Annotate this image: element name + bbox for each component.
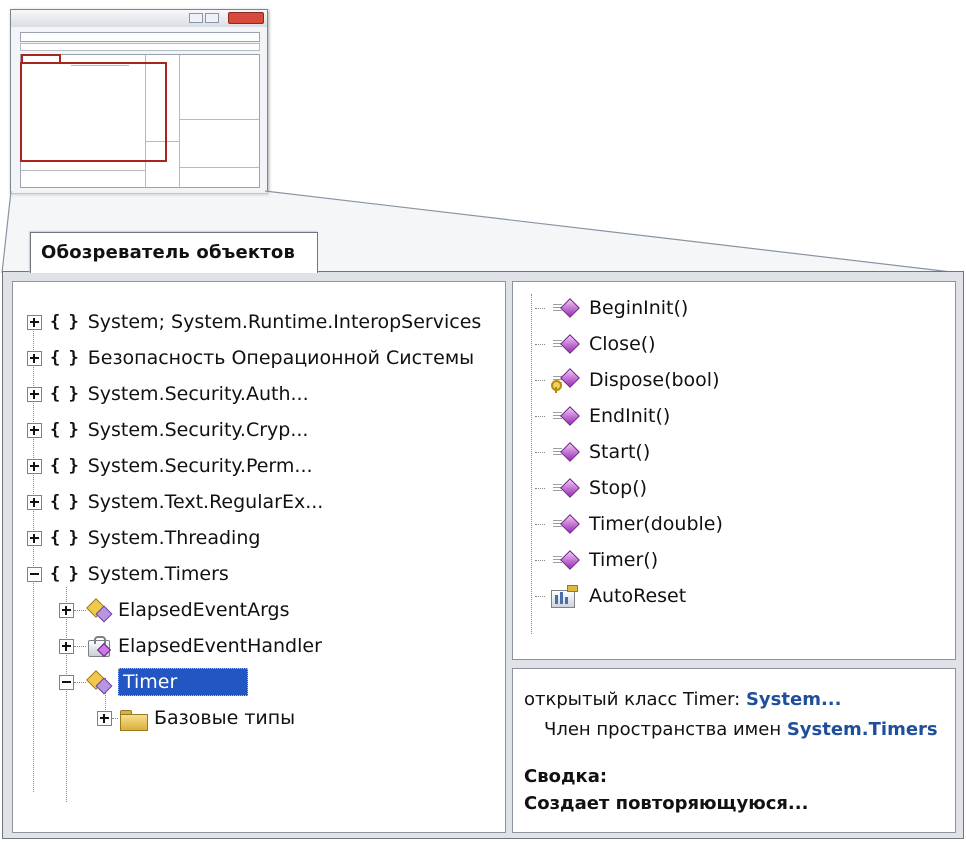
node-label: System.Timers [87,563,229,585]
tree-node-namespace[interactable]: { } System.Security.Perm... [27,451,313,481]
tree-node-delegate[interactable]: ElapsedEventHandler [59,631,322,661]
expand-icon[interactable] [27,494,42,510]
folder-icon [118,707,148,731]
namespace-icon: { } [50,528,79,548]
method-icon [549,404,580,428]
method-icon [549,332,580,356]
expand-icon[interactable] [97,710,112,726]
tree-node-namespace[interactable]: { } System.Security.Auth... [27,379,309,409]
member-item[interactable]: Start() [535,437,650,467]
member-label: BeginInit() [589,297,689,319]
node-label: ElapsedEventArgs [118,599,290,621]
member-label: Timer(double) [589,513,723,535]
object-browser-panel: { } System; System.Runtime.InteropServic… [2,271,964,839]
member-item[interactable]: Timer(double) [535,509,723,539]
expand-icon[interactable] [27,314,42,330]
namespace-icon: { } [50,348,79,368]
expand-icon[interactable] [27,530,42,546]
tree-node-base-types[interactable]: Базовые типы [97,703,295,733]
namespace-text: Член пространства имен [544,719,787,740]
namespace-icon: { } [50,456,79,476]
member-label: Dispose(bool) [589,369,720,391]
node-label: System; System.Runtime.InteropServices [87,311,482,333]
namespace-icon: { } [50,312,79,332]
tree-node-class-selected[interactable]: Timer [59,667,249,697]
protected-method-icon [549,368,580,393]
tree-node-namespace-expanded[interactable]: { } System.Timers [27,559,229,589]
node-label: Базовые типы [154,707,296,729]
objects-tree-pane[interactable]: { } System; System.Runtime.InteropServic… [12,281,506,833]
tree-node-namespace[interactable]: { } System.Text.RegularEx... [27,487,323,517]
member-label: Timer() [589,549,659,571]
summary-text: Создает повторяющуюся... [524,793,809,814]
namespace-line: Член пространства имен System.Timers [544,719,938,740]
delegate-icon [86,635,112,658]
declaration-line: открытый класс Timer: System... [524,689,841,710]
collapse-icon[interactable] [27,566,42,582]
tree-node-namespace[interactable]: { } System; System.Runtime.InteropServic… [27,307,481,337]
node-label: ElapsedEventHandler [118,635,322,657]
class-icon [86,670,113,695]
tree-node-class[interactable]: ElapsedEventArgs [59,595,290,625]
node-label: System.Security.Perm... [87,455,313,477]
tree-node-namespace[interactable]: { } System.Threading [27,523,260,553]
member-label: AutoReset [589,585,687,607]
expand-icon[interactable] [59,638,74,654]
member-item[interactable]: AutoReset [535,581,686,611]
node-label: Безопасность Операционной Системы [87,347,475,369]
node-label: System.Security.Auth... [87,383,309,405]
summary-heading: Сводка: [524,766,608,787]
base-type-link[interactable]: System... [746,689,842,710]
expand-icon[interactable] [27,350,42,366]
method-icon [549,440,580,464]
namespace-icon: { } [50,420,79,440]
tab-object-browser[interactable]: Обозреватель объектов [30,232,318,273]
expand-icon[interactable] [27,386,42,402]
class-icon [86,598,113,623]
description-pane: открытый класс Timer: System... Член про… [512,668,956,833]
tab-label: Обозреватель объектов [41,242,296,263]
node-label: Timer [118,668,249,696]
member-item[interactable]: Stop() [535,473,647,503]
namespace-icon: { } [50,384,79,404]
member-item[interactable]: Dispose(bool) [535,365,720,395]
node-label: System.Threading [87,527,261,549]
member-label: Start() [589,441,651,463]
tree-node-namespace[interactable]: { } System.Security.Cryp... [27,415,308,445]
collapse-icon[interactable] [59,674,74,690]
tree-node-namespace[interactable]: { } Безопасность Операционной Системы [27,343,474,373]
declaration-text: открытый класс Timer: [524,689,746,710]
method-icon [549,296,580,320]
member-item[interactable]: EndInit() [535,401,670,431]
namespace-icon: { } [50,564,79,584]
member-label: EndInit() [589,405,671,427]
method-icon [549,548,580,572]
expand-icon[interactable] [27,422,42,438]
node-label: System.Security.Cryp... [87,419,309,441]
namespace-link[interactable]: System.Timers [787,719,938,740]
method-icon [549,476,580,500]
member-label: Stop() [589,477,648,499]
property-icon [549,584,579,608]
method-icon [549,512,580,536]
members-pane[interactable]: BeginInit() Close() Dispose(bool) EndIni… [512,281,956,660]
member-item[interactable]: Timer() [535,545,658,575]
member-item[interactable]: BeginInit() [535,293,688,323]
node-label: System.Text.RegularEx... [87,491,324,513]
member-item[interactable]: Close() [535,329,656,359]
namespace-icon: { } [50,492,79,512]
member-label: Close() [589,333,656,355]
expand-icon[interactable] [59,602,74,618]
expand-icon[interactable] [27,458,42,474]
